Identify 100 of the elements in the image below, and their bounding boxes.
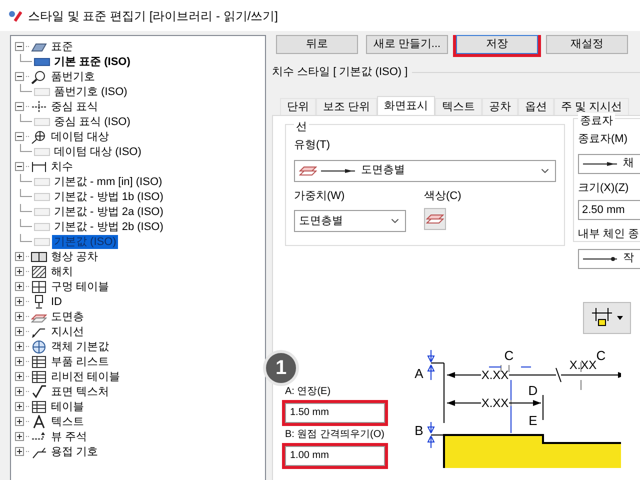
tab[interactable]: 텍스트 [435, 98, 482, 114]
tree-item[interactable]: 구멍 테이블 [49, 280, 112, 294]
size-field[interactable]: 2.50 mm [578, 200, 640, 220]
section-title: 치수 스타일 [ 기본값 (ISO) ] [272, 65, 408, 80]
field-label: 크기(X)(Z) [578, 180, 630, 196]
caret-icon [617, 316, 623, 320]
tree-item[interactable]: 기본값 - 방법 2b (ISO) [52, 220, 166, 234]
toolbar-button[interactable]: 뒤로 [276, 35, 358, 54]
tree-item[interactable]: 리비전 테이블 [49, 370, 122, 384]
tree-item[interactable]: 데이텀 대상 (ISO) [52, 144, 144, 158]
expand-icon[interactable] [15, 252, 24, 261]
dimension-icon [31, 160, 47, 174]
line-type-dropdown[interactable]: 도면층별 [294, 160, 556, 182]
style-swatch-icon [34, 192, 50, 200]
tab[interactable]: 단위 [280, 98, 316, 114]
tree-item[interactable]: 기본 표준 (ISO) [52, 54, 132, 68]
tree-item[interactable]: 기본값 - 방법 2a (ISO) [52, 204, 166, 218]
tree-item[interactable]: 텍스트 [49, 414, 86, 428]
grid-holes-icon [31, 280, 47, 294]
line-sample-icon [583, 160, 619, 168]
expand-icon[interactable] [15, 402, 24, 411]
terminator-dropdown[interactable]: 채 [578, 154, 640, 174]
magnifier-icon [31, 70, 47, 84]
field-label: 종료자(M) [578, 132, 628, 147]
style-swatch-icon [34, 222, 50, 230]
tree-item[interactable]: 중심 표식 [49, 100, 100, 114]
tab[interactable]: 보조 단위 [316, 98, 378, 114]
collapse-icon[interactable] [15, 102, 24, 111]
collapse-icon[interactable] [15, 72, 24, 81]
expand-icon[interactable] [15, 312, 24, 321]
crosshair-icon [31, 100, 47, 114]
expand-icon[interactable] [15, 357, 24, 366]
field-label: A: 연장(E) [285, 384, 332, 398]
field-label: 유형(T) [294, 138, 332, 153]
line-weight-dropdown[interactable]: 도면층별 [294, 210, 406, 232]
check-mark-icon [31, 384, 47, 398]
tab[interactable]: 공차 [482, 98, 518, 114]
dimension-diagram-drawing: A B C C D E X.XX X.XX X.XX [411, 340, 621, 468]
dimension-style-button[interactable] [583, 302, 631, 334]
expand-icon[interactable] [15, 432, 24, 441]
line-sample-icon [321, 166, 357, 174]
tree-item[interactable]: 기본값 - mm [in] (ISO) [52, 174, 164, 188]
table-icon [31, 370, 47, 384]
expand-icon[interactable] [15, 372, 24, 381]
group-title: 종료자 [578, 112, 615, 129]
tree-item[interactable]: 치수 [49, 160, 75, 174]
tree-item[interactable]: 표준 [49, 40, 75, 54]
tree-item[interactable]: 용접 기호 [49, 444, 100, 458]
expand-icon[interactable] [15, 282, 24, 291]
expand-icon[interactable] [15, 417, 24, 426]
tree-item[interactable]: 부품 리스트 [49, 354, 112, 368]
target-icon [31, 130, 47, 144]
field-label: 색상(C) [424, 188, 462, 204]
tree-item[interactable]: ID [49, 294, 64, 308]
layers-icon [299, 164, 317, 176]
tolerance-frame-icon [31, 250, 47, 264]
app-icon [8, 8, 22, 22]
tab[interactable]: 옵션 [518, 98, 554, 114]
tree-item[interactable]: 품번기호 [49, 70, 97, 84]
collapse-icon[interactable] [15, 162, 24, 171]
style-swatch-icon [34, 88, 50, 96]
line-sample-icon [583, 254, 619, 262]
tree-item[interactable]: 데이텀 대상 [49, 130, 112, 144]
color-button[interactable] [424, 208, 446, 230]
dimension-placement-icon [591, 306, 613, 328]
tab[interactable]: 주 및 지시선 [554, 98, 630, 114]
expand-icon[interactable] [15, 387, 24, 396]
tree-item[interactable]: 도면층 [49, 310, 86, 324]
expand-icon[interactable] [15, 327, 24, 336]
expand-icon[interactable] [15, 447, 24, 456]
hatch-icon [31, 264, 47, 278]
style-swatch-icon [34, 148, 50, 156]
style-swatch-icon [34, 118, 50, 126]
tree-item[interactable]: 형상 공차 [49, 250, 100, 264]
table-icon [31, 400, 47, 414]
collapse-icon[interactable] [15, 42, 24, 51]
collapse-icon[interactable] [15, 132, 24, 141]
tab[interactable]: 화면표시 [377, 96, 436, 114]
tree-item[interactable]: 해치 [49, 264, 75, 278]
letter-icon [31, 414, 47, 428]
expand-icon[interactable] [15, 342, 24, 351]
toolbar-button[interactable]: 저장 [456, 35, 538, 54]
window-title: 스타일 및 표준 편집기 [라이브러리 - 읽기/쓰기] [28, 8, 278, 24]
style-swatch-icon [34, 208, 50, 216]
tree-item[interactable]: 객체 기본값 [49, 340, 112, 354]
tree-item[interactable]: 지시선 [49, 324, 86, 338]
field-label: B: 원점 간격띄우기(O) [285, 428, 386, 442]
toolbar-button[interactable]: 재설정 [546, 35, 628, 54]
tree-item[interactable]: 품번기호 (ISO) [52, 84, 130, 98]
table-icon [31, 354, 47, 368]
tree-item[interactable]: 중심 표식 (ISO) [52, 114, 132, 128]
tree-item[interactable]: 테이블 [49, 400, 86, 414]
tree-item[interactable]: 뷰 주석 [49, 430, 90, 444]
expand-icon[interactable] [15, 267, 24, 276]
field-label: 가중치(W) [294, 188, 346, 204]
expand-icon[interactable] [15, 297, 24, 306]
toolbar-button[interactable]: 새로 만들기... [366, 35, 448, 54]
tree-item[interactable]: 표면 텍스처 [49, 384, 112, 398]
inner-terminator-dropdown[interactable]: 작 [578, 248, 640, 268]
tree-item[interactable]: 기본값 - 방법 1b (ISO) [52, 190, 166, 204]
